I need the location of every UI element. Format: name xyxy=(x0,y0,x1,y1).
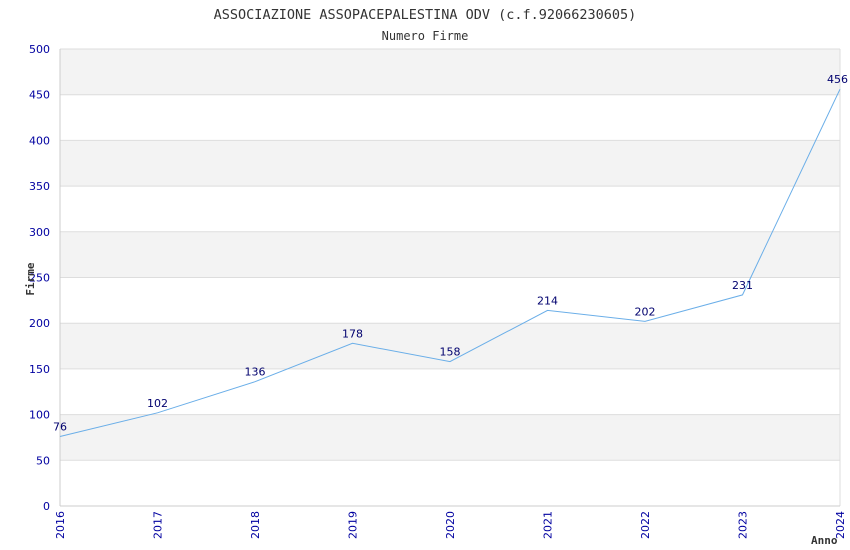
y-tick-label: 0 xyxy=(43,500,50,513)
x-tick-label: 2022 xyxy=(639,511,652,539)
data-label: 214 xyxy=(537,294,558,307)
x-axis-label: Anno xyxy=(811,534,838,547)
x-axis-ticks: 2016 2017 2018 2019 2020 2021 2022 2023 2024 xyxy=(54,511,847,539)
data-label: 231 xyxy=(732,279,753,292)
data-label: 456 xyxy=(827,73,848,86)
y-tick-label: 300 xyxy=(29,226,50,239)
data-label: 202 xyxy=(635,305,656,318)
data-label: 178 xyxy=(342,327,363,340)
y-tick-label: 100 xyxy=(29,409,50,422)
x-tick-label: 2020 xyxy=(444,511,457,539)
y-tick-label: 450 xyxy=(29,89,50,102)
plot-background-bands xyxy=(60,49,840,461)
y-tick-label: 400 xyxy=(29,134,50,147)
line-chart: 050100150200250300350400450500 2016 2017 2… xyxy=(24,7,848,547)
chart-title: ASSOCIAZIONE ASSOPACEPALESTINA ODV (c.f.… xyxy=(214,7,637,23)
data-label: 76 xyxy=(53,421,67,434)
chart-subtitle: Numero Firme xyxy=(382,29,469,43)
data-label: 158 xyxy=(440,346,461,359)
y-tick-label: 150 xyxy=(29,363,50,376)
y-tick-label: 500 xyxy=(29,43,50,56)
y-tick-label: 50 xyxy=(36,454,50,467)
data-label: 102 xyxy=(147,397,168,410)
y-tick-label: 350 xyxy=(29,180,50,193)
plot-band xyxy=(60,414,840,461)
x-tick-label: 2021 xyxy=(542,511,555,539)
x-tick-label: 2019 xyxy=(347,511,360,539)
data-label: 136 xyxy=(245,366,266,379)
y-tick-label: 200 xyxy=(29,317,50,330)
x-tick-label: 2018 xyxy=(249,511,262,539)
plot-band xyxy=(60,231,840,278)
y-axis-label: Firme xyxy=(24,262,37,295)
x-tick-label: 2017 xyxy=(152,511,165,539)
plot-band xyxy=(60,140,840,187)
x-tick-label: 2016 xyxy=(54,511,67,539)
plot-band xyxy=(60,49,840,95)
x-tick-label: 2023 xyxy=(737,511,750,539)
